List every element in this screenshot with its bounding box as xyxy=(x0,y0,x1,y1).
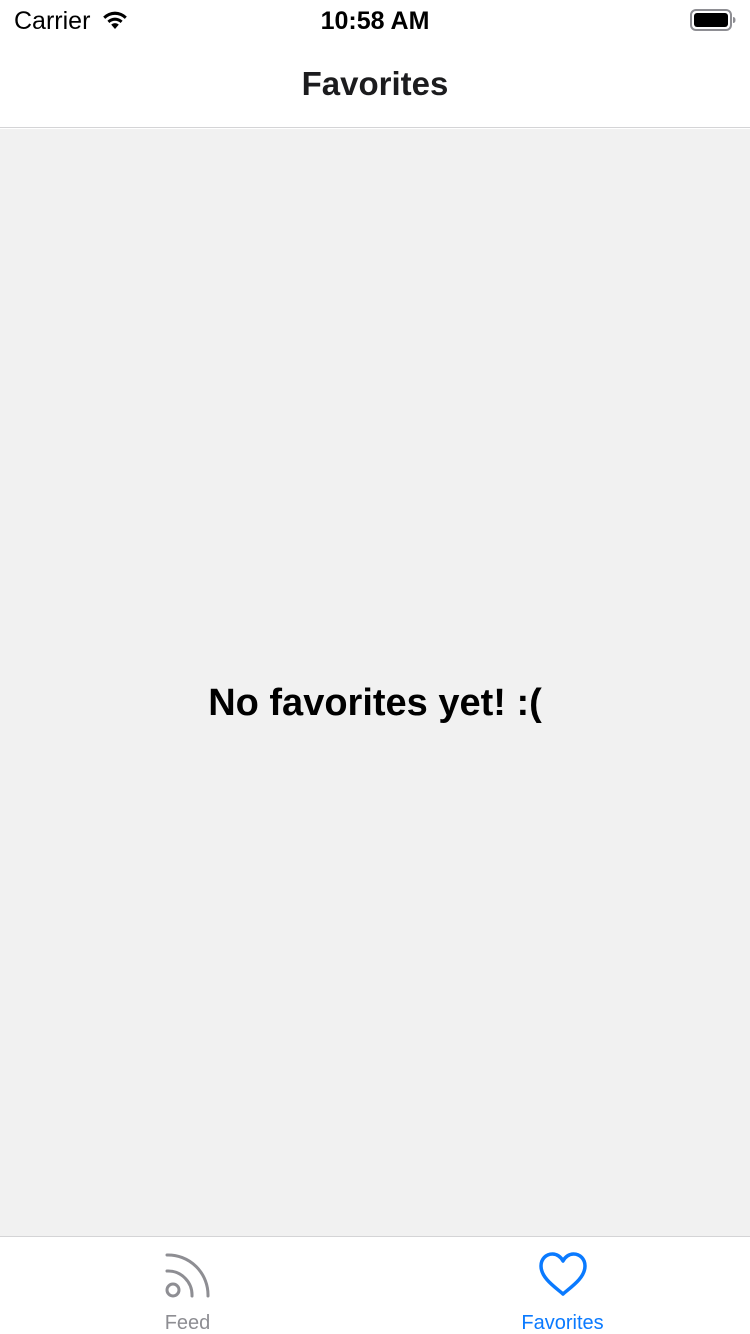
tab-favorites[interactable]: Favorites xyxy=(375,1237,750,1334)
tab-favorites-label: Favorites xyxy=(521,1312,604,1334)
empty-state-message: No favorites yet! :( xyxy=(208,682,542,724)
status-time: 10:58 AM xyxy=(320,7,430,35)
favorites-screen: Carrier 10:58 AM Favorites No favorites … xyxy=(0,0,750,1334)
favorites-content: No favorites yet! :( xyxy=(0,129,750,1236)
tab-feed[interactable]: Feed xyxy=(0,1237,375,1334)
tab-bar: Feed Favorites xyxy=(0,1236,750,1334)
battery-icon xyxy=(690,9,736,31)
tab-feed-label: Feed xyxy=(164,1312,211,1334)
status-bar: Carrier 10:58 AM xyxy=(0,0,750,40)
rss-feed-icon xyxy=(165,1253,210,1298)
heart-icon xyxy=(538,1252,587,1296)
navigation-bar: Favorites xyxy=(0,40,750,128)
page-title: Favorites xyxy=(301,65,449,102)
